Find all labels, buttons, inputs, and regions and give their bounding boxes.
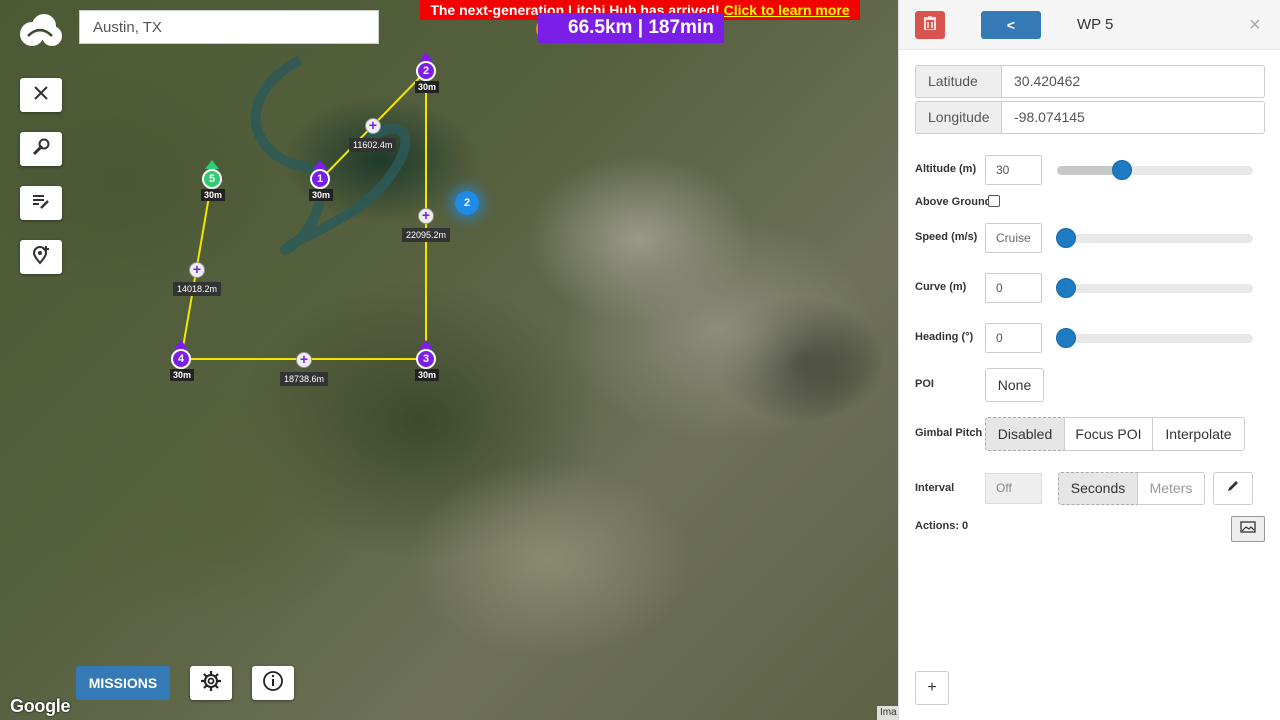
panel-header: < WP 5 ×	[899, 0, 1280, 50]
missions-button[interactable]: MISSIONS	[76, 666, 170, 700]
curve-field[interactable]: 0	[985, 273, 1042, 303]
delete-waypoint-button[interactable]	[915, 11, 945, 39]
add-action-button[interactable]: +	[915, 671, 949, 705]
close-icon	[33, 85, 49, 106]
heading-arrow-icon	[419, 340, 433, 349]
close-icon[interactable]: ×	[1249, 14, 1261, 37]
heading-slider-handle[interactable]	[1056, 328, 1076, 348]
heading-arrow-icon	[205, 160, 219, 169]
gimbal-focus-poi-button[interactable]: Focus POI	[1064, 417, 1153, 451]
gimbal-pitch-label: Gimbal Pitch	[915, 427, 983, 439]
speed-slider[interactable]	[1056, 228, 1253, 248]
waypoint-marker[interactable]: 4	[171, 349, 191, 369]
heading-arrow-icon	[313, 160, 327, 169]
segment-distance: 22095.2m	[402, 228, 451, 242]
waypoint-altitude: 30m	[415, 81, 440, 93]
speed-field[interactable]: Cruise	[985, 223, 1042, 253]
heading-slider[interactable]	[1056, 328, 1253, 348]
cluster-marker[interactable]: 2	[455, 191, 479, 215]
actions-count: Actions: 0	[915, 520, 969, 532]
curve-slider-handle[interactable]	[1056, 278, 1076, 298]
altitude-slider[interactable]	[1057, 160, 1253, 180]
edit-note-icon	[31, 191, 51, 216]
interval-seconds-button[interactable]: Seconds	[1058, 472, 1138, 505]
wrench-icon	[31, 137, 51, 162]
latitude-label: Latitude	[915, 65, 1002, 98]
segment-distance: 14018.2m	[173, 282, 222, 296]
waypoint-marker[interactable]: 2	[416, 61, 436, 81]
map-view[interactable]: Austin, TX The next-generation Litchi Hu…	[0, 0, 898, 720]
curve-slider[interactable]	[1056, 278, 1253, 298]
add-midpoint-icon[interactable]: +	[365, 118, 381, 134]
tools-button[interactable]	[20, 132, 62, 166]
waypoint-altitude: 30m	[201, 189, 226, 201]
latitude-field[interactable]: 30.420462	[1002, 65, 1265, 98]
edit-interval-button[interactable]	[1213, 472, 1253, 505]
above-ground-checkbox[interactable]	[988, 195, 1000, 207]
edit-list-button[interactable]	[20, 186, 62, 220]
litchi-logo	[18, 10, 64, 50]
segment-distance: 18738.6m	[280, 372, 329, 386]
waypoint-marker[interactable]: 3	[416, 349, 436, 369]
pencil-icon	[1226, 479, 1240, 498]
poi-label: POI	[915, 378, 934, 390]
trash-icon	[924, 14, 936, 35]
longitude-field[interactable]: -98.074145	[1002, 101, 1265, 134]
waypoint-altitude: 30m	[415, 369, 440, 381]
curve-label: Curve (m)	[915, 281, 967, 293]
image-icon	[1240, 520, 1256, 538]
add-midpoint-icon[interactable]: +	[418, 208, 434, 224]
interval-label: Interval	[915, 482, 955, 494]
imagery-attribution[interactable]: Ima	[877, 706, 898, 720]
mission-stats: 66.5km | 187min	[538, 13, 724, 43]
heading-arrow-icon	[419, 52, 433, 61]
waypoint-marker[interactable]: 1	[310, 169, 330, 189]
longitude-label: Longitude	[915, 101, 1002, 134]
gimbal-interpolate-button[interactable]: Interpolate	[1152, 417, 1245, 451]
add-midpoint-icon[interactable]: +	[296, 352, 312, 368]
info-button[interactable]	[252, 666, 294, 700]
waypoint-settings-panel: < WP 5 × Latitude 30.420462 Longitude -9…	[898, 0, 1280, 720]
clear-mission-button[interactable]	[20, 78, 62, 112]
altitude-label: Altitude (m)	[915, 163, 977, 175]
info-icon	[262, 670, 284, 697]
speed-slider-handle[interactable]	[1056, 228, 1076, 248]
previous-waypoint-button[interactable]: <	[981, 11, 1041, 39]
add-midpoint-icon[interactable]: +	[189, 262, 205, 278]
add-poi-button[interactable]	[20, 240, 62, 274]
waypoint-altitude: 30m	[309, 189, 334, 201]
heading-arrow-icon	[174, 340, 188, 349]
segment-distance: 11602.4m	[349, 138, 397, 152]
gimbal-disabled-button[interactable]: Disabled	[985, 417, 1065, 451]
mission-path	[179, 55, 427, 360]
add-photo-action-button[interactable]	[1231, 516, 1265, 542]
above-ground-label: Above Ground	[915, 196, 992, 208]
learn-more-link[interactable]: Click to learn more	[724, 2, 850, 18]
interval-meters-button[interactable]: Meters	[1137, 472, 1205, 505]
poi-select-button[interactable]: None	[985, 368, 1044, 402]
waypoint-altitude: 30m	[170, 369, 195, 381]
latitude-group: Latitude 30.420462	[915, 65, 1265, 98]
add-location-icon	[31, 245, 51, 270]
interval-field[interactable]: Off	[985, 473, 1042, 504]
waypoint-title: WP 5	[1077, 16, 1114, 33]
altitude-slider-handle[interactable]	[1111, 160, 1132, 180]
heading-field[interactable]: 0	[985, 323, 1042, 353]
gear-icon	[200, 670, 222, 697]
longitude-group: Longitude -98.074145	[915, 101, 1265, 134]
speed-label: Speed (m/s)	[915, 231, 978, 243]
settings-button[interactable]	[190, 666, 232, 700]
altitude-field[interactable]: 30	[985, 155, 1042, 185]
google-logo: Google	[10, 696, 71, 716]
location-search-input[interactable]: Austin, TX	[79, 10, 379, 44]
heading-label: Heading (°)	[915, 331, 974, 343]
waypoint-marker-selected[interactable]: 5	[202, 169, 222, 189]
